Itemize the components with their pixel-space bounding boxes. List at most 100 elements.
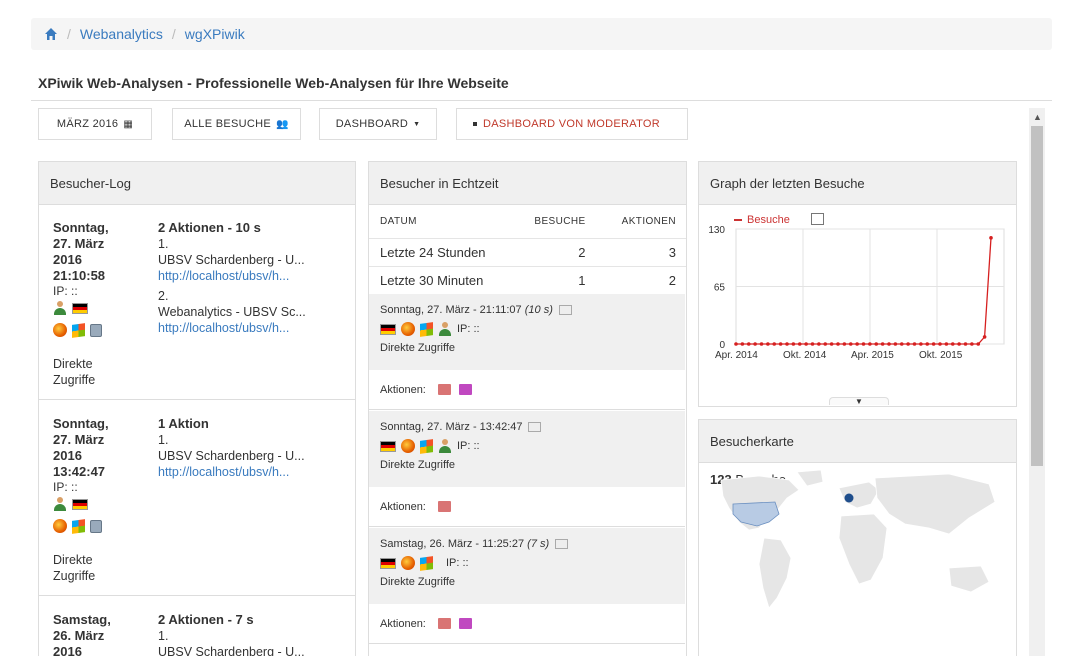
dashboard-menu-button[interactable]: DASHBOARD ▼ [319, 108, 437, 140]
data-point [944, 342, 949, 346]
visitor-log-entry: Sonntag, 27. März 2016 13:42:47 IP: :: Dire… [39, 402, 355, 596]
line-chart: 065130Apr. 2014 Okt. 2014 Apr. 2015 Okt. 20… [708, 225, 1005, 361]
moderator-dashboard-button[interactable]: DASHBOARD VON MODERATOR [456, 108, 688, 140]
visit-ip: IP: :: [53, 284, 78, 298]
visitor-map-widget: Besucherkarte 123 Besuche [698, 419, 1017, 656]
visitor-device-icons [53, 322, 102, 338]
firefox-icon [401, 439, 415, 453]
caret-down-icon: ▼ [413, 120, 421, 128]
column-header-visits[interactable]: BESUCHE [509, 205, 596, 238]
visitor-log-widget: Besucher-Log Sonntag, 27. März 2016 21:10:5… [38, 161, 356, 656]
action-number: 1. [158, 237, 169, 251]
visitor-profile-icon[interactable] [438, 439, 452, 453]
data-point [893, 342, 898, 346]
visitor-log-title: Besucher-Log [39, 162, 355, 205]
actions-header: 2 Aktionen - 7 s [158, 612, 254, 627]
visitor-card-icon[interactable] [555, 539, 569, 550]
page-action-icon[interactable] [437, 384, 451, 395]
data-point [785, 342, 789, 346]
period-selector-button[interactable]: MÄRZ 2016 ▦ [38, 108, 152, 140]
action-url-link[interactable]: http://localhost/ubsv/h... [158, 268, 348, 284]
south-america-region[interactable] [758, 537, 792, 609]
data-point [734, 342, 738, 346]
visit-referrer: Direkte Zugriffe [53, 553, 96, 583]
data-point [931, 342, 936, 346]
breadcrumb-separator: / [67, 26, 71, 42]
visit-date: Sonntag, 27. März 2016 21:10:58 [53, 220, 109, 283]
visitor-card-icon[interactable] [528, 422, 542, 433]
windows-icon [420, 555, 433, 571]
expand-graph-icon[interactable]: ▼ [829, 397, 889, 406]
visit-duration: (7 s) [527, 538, 550, 550]
visit-referrer: Direkte Zugriffe [380, 342, 455, 354]
column-header-date[interactable]: DATUM [369, 205, 509, 238]
actions-label: Aktionen: [380, 500, 426, 513]
home-icon[interactable] [44, 27, 58, 41]
germany-flag-icon [380, 440, 396, 452]
visitor-profile-icon[interactable] [53, 301, 67, 315]
visit-ip: IP: :: [53, 480, 78, 494]
breadcrumb: / Webanalytics / wgXPiwik [31, 18, 1052, 50]
row-actions: 2 [595, 265, 686, 294]
data-point [912, 342, 917, 346]
firefox-icon [53, 519, 67, 533]
world-map[interactable] [699, 468, 1016, 656]
germany-highlight[interactable] [844, 493, 854, 503]
data-point [829, 342, 834, 346]
table-row: Letzte 30 Minuten 1 2 [369, 265, 686, 294]
asia-region[interactable] [874, 473, 996, 535]
page-action-icon[interactable] [458, 384, 472, 395]
data-point [804, 342, 808, 346]
segment-label: ALLE BESUCHE [184, 118, 271, 130]
page-action-icon[interactable] [458, 618, 472, 629]
data-point [868, 342, 872, 346]
desktop-device-icon [90, 323, 102, 337]
data-point [970, 342, 974, 346]
x-tick-label: Okt. 2014 [783, 350, 827, 361]
data-point [810, 342, 815, 346]
scrollbar-thumb[interactable] [1031, 126, 1043, 466]
visit-time: Sonntag, 27. März - 21:11:07 [380, 304, 522, 316]
action-number: 2. [158, 289, 169, 303]
europe-region[interactable] [838, 481, 880, 509]
action-url-link[interactable]: http://localhost/ubsv/h... [158, 464, 348, 480]
actions-label: Aktionen: [380, 617, 426, 630]
visitor-profile-icon[interactable] [438, 322, 452, 336]
data-point [836, 342, 840, 346]
australia-region[interactable] [948, 565, 990, 593]
dashboard-label: DASHBOARD [335, 118, 409, 130]
page-action-icon[interactable] [437, 501, 451, 512]
page-action-icon[interactable] [437, 618, 451, 629]
bullet-icon [473, 122, 477, 126]
data-point [957, 342, 961, 346]
scroll-up-icon[interactable]: ▲ [1033, 112, 1042, 122]
action-url-link[interactable]: http://localhost/ubsv/h... [158, 320, 348, 336]
data-point [848, 342, 853, 346]
germany-flag-icon [380, 323, 396, 335]
africa-region[interactable] [838, 513, 888, 585]
breadcrumb-link-wgxpiwik[interactable]: wgXPiwik [185, 26, 245, 42]
segment-selector-button[interactable]: ALLE BESUCHE 👥 [172, 108, 301, 140]
row-actions: 3 [595, 237, 686, 266]
visit-ip: IP: :: [457, 323, 480, 335]
breadcrumb-link-webanalytics[interactable]: Webanalytics [80, 26, 163, 42]
greenland-region[interactable] [796, 469, 824, 487]
firefox-icon [401, 556, 415, 570]
visit-referrer: Direkte Zugriffe [380, 576, 455, 588]
visit-referrer: Direkte Zugriffe [380, 459, 455, 471]
data-point [772, 342, 777, 346]
data-point [746, 342, 751, 346]
visit-time: Samstag, 26. März - 11:25:27 [380, 538, 525, 550]
page-scrollbar[interactable]: ▲ [1029, 108, 1045, 656]
data-point [976, 342, 981, 346]
data-point [740, 342, 745, 346]
x-tick-label: Okt. 2015 [919, 350, 963, 361]
realtime-title: Besucher in Echtzeit [369, 162, 686, 205]
visit-actions: 2 Aktionen - 10 s 1. UBSV Schardenberg -… [158, 220, 348, 336]
x-tick-label: Apr. 2015 [851, 350, 894, 361]
graph-area: Besuche 0 65 130 Apr. 2014 Okt. 2014 Apr. 201… [699, 205, 1016, 406]
column-header-actions[interactable]: AKTIONEN [596, 205, 686, 238]
visit-actions: 1 Aktion 1. UBSV Schardenberg - U... htt… [158, 416, 348, 480]
visitor-profile-icon[interactable] [53, 497, 67, 511]
visitor-card-icon[interactable] [558, 305, 572, 316]
